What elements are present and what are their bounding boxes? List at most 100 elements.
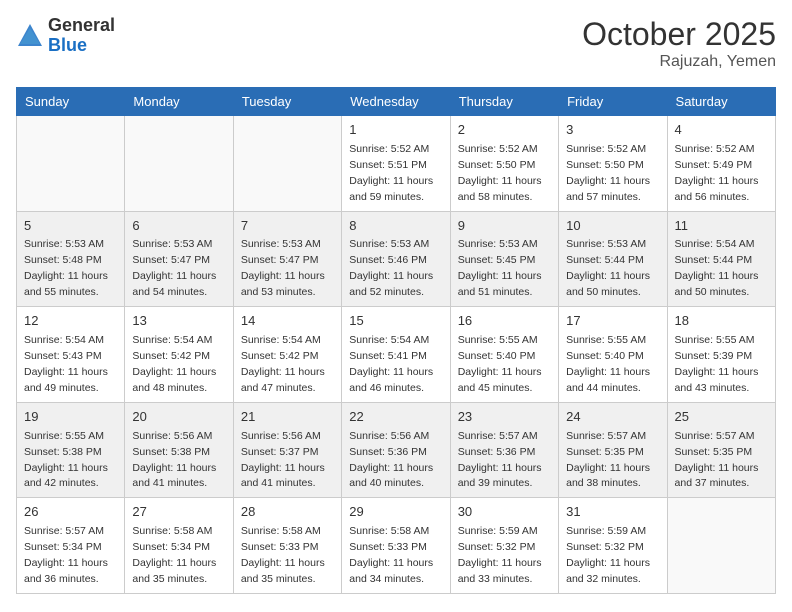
day-number: 20 — [132, 408, 225, 427]
day-number: 9 — [458, 217, 551, 236]
daylight-text: Daylight: 11 hours and 41 minutes. — [132, 462, 216, 490]
day-number: 30 — [458, 503, 551, 522]
daylight-text: Daylight: 11 hours and 51 minutes. — [458, 270, 542, 298]
sunrise-text: Sunrise: 5:57 AM — [458, 430, 538, 442]
day-number: 18 — [675, 312, 768, 331]
week-row-3: 12Sunrise: 5:54 AMSunset: 5:43 PMDayligh… — [17, 307, 776, 403]
day-cell — [17, 116, 125, 212]
daylight-text: Daylight: 11 hours and 44 minutes. — [566, 366, 650, 394]
sunset-text: Sunset: 5:39 PM — [675, 350, 753, 362]
daylight-text: Daylight: 11 hours and 43 minutes. — [675, 366, 759, 394]
day-number: 19 — [24, 408, 117, 427]
sunset-text: Sunset: 5:33 PM — [349, 541, 427, 553]
day-cell: 28Sunrise: 5:58 AMSunset: 5:33 PMDayligh… — [233, 498, 341, 594]
day-cell: 30Sunrise: 5:59 AMSunset: 5:32 PMDayligh… — [450, 498, 558, 594]
day-cell: 16Sunrise: 5:55 AMSunset: 5:40 PMDayligh… — [450, 307, 558, 403]
day-cell: 6Sunrise: 5:53 AMSunset: 5:47 PMDaylight… — [125, 211, 233, 307]
sunset-text: Sunset: 5:38 PM — [24, 446, 102, 458]
day-cell: 20Sunrise: 5:56 AMSunset: 5:38 PMDayligh… — [125, 402, 233, 498]
day-cell: 5Sunrise: 5:53 AMSunset: 5:48 PMDaylight… — [17, 211, 125, 307]
logo: General Blue — [16, 16, 115, 56]
sunrise-text: Sunrise: 5:52 AM — [566, 143, 646, 155]
sunset-text: Sunset: 5:33 PM — [241, 541, 319, 553]
daylight-text: Daylight: 11 hours and 56 minutes. — [675, 175, 759, 203]
sunrise-text: Sunrise: 5:54 AM — [349, 334, 429, 346]
weekday-header-sunday: Sunday — [17, 88, 125, 116]
title-block: October 2025 Rajuzah, Yemen — [582, 16, 776, 71]
day-number: 28 — [241, 503, 334, 522]
sunset-text: Sunset: 5:35 PM — [566, 446, 644, 458]
weekday-header-row: SundayMondayTuesdayWednesdayThursdayFrid… — [17, 88, 776, 116]
sunset-text: Sunset: 5:45 PM — [458, 254, 536, 266]
sunrise-text: Sunrise: 5:53 AM — [458, 238, 538, 250]
calendar: SundayMondayTuesdayWednesdayThursdayFrid… — [16, 87, 776, 594]
sunrise-text: Sunrise: 5:53 AM — [566, 238, 646, 250]
sunset-text: Sunset: 5:36 PM — [458, 446, 536, 458]
day-number: 17 — [566, 312, 659, 331]
day-number: 31 — [566, 503, 659, 522]
day-cell: 29Sunrise: 5:58 AMSunset: 5:33 PMDayligh… — [342, 498, 450, 594]
sunset-text: Sunset: 5:43 PM — [24, 350, 102, 362]
day-number: 11 — [675, 217, 768, 236]
day-cell: 12Sunrise: 5:54 AMSunset: 5:43 PMDayligh… — [17, 307, 125, 403]
day-number: 4 — [675, 121, 768, 140]
daylight-text: Daylight: 11 hours and 54 minutes. — [132, 270, 216, 298]
daylight-text: Daylight: 11 hours and 42 minutes. — [24, 462, 108, 490]
daylight-text: Daylight: 11 hours and 35 minutes. — [241, 557, 325, 585]
daylight-text: Daylight: 11 hours and 50 minutes. — [566, 270, 650, 298]
sunset-text: Sunset: 5:34 PM — [24, 541, 102, 553]
location: Rajuzah, Yemen — [582, 53, 776, 71]
weekday-header-wednesday: Wednesday — [342, 88, 450, 116]
day-cell: 15Sunrise: 5:54 AMSunset: 5:41 PMDayligh… — [342, 307, 450, 403]
daylight-text: Daylight: 11 hours and 45 minutes. — [458, 366, 542, 394]
sunset-text: Sunset: 5:32 PM — [566, 541, 644, 553]
sunrise-text: Sunrise: 5:56 AM — [349, 430, 429, 442]
sunset-text: Sunset: 5:47 PM — [132, 254, 210, 266]
daylight-text: Daylight: 11 hours and 53 minutes. — [241, 270, 325, 298]
sunrise-text: Sunrise: 5:55 AM — [566, 334, 646, 346]
daylight-text: Daylight: 11 hours and 35 minutes. — [132, 557, 216, 585]
sunrise-text: Sunrise: 5:56 AM — [241, 430, 321, 442]
day-number: 7 — [241, 217, 334, 236]
day-number: 16 — [458, 312, 551, 331]
logo-icon — [16, 22, 44, 50]
weekday-header-tuesday: Tuesday — [233, 88, 341, 116]
day-cell: 1Sunrise: 5:52 AMSunset: 5:51 PMDaylight… — [342, 116, 450, 212]
day-number: 14 — [241, 312, 334, 331]
page-header: General Blue October 2025 Rajuzah, Yemen — [16, 16, 776, 71]
day-cell: 4Sunrise: 5:52 AMSunset: 5:49 PMDaylight… — [667, 116, 775, 212]
sunrise-text: Sunrise: 5:53 AM — [132, 238, 212, 250]
daylight-text: Daylight: 11 hours and 57 minutes. — [566, 175, 650, 203]
sunrise-text: Sunrise: 5:52 AM — [458, 143, 538, 155]
daylight-text: Daylight: 11 hours and 38 minutes. — [566, 462, 650, 490]
day-cell: 8Sunrise: 5:53 AMSunset: 5:46 PMDaylight… — [342, 211, 450, 307]
day-number: 21 — [241, 408, 334, 427]
sunset-text: Sunset: 5:42 PM — [241, 350, 319, 362]
day-number: 29 — [349, 503, 442, 522]
sunset-text: Sunset: 5:38 PM — [132, 446, 210, 458]
day-cell — [667, 498, 775, 594]
day-cell: 31Sunrise: 5:59 AMSunset: 5:32 PMDayligh… — [559, 498, 667, 594]
sunrise-text: Sunrise: 5:54 AM — [132, 334, 212, 346]
logo-general: General — [48, 15, 115, 35]
daylight-text: Daylight: 11 hours and 50 minutes. — [675, 270, 759, 298]
daylight-text: Daylight: 11 hours and 36 minutes. — [24, 557, 108, 585]
sunrise-text: Sunrise: 5:53 AM — [24, 238, 104, 250]
day-number: 3 — [566, 121, 659, 140]
daylight-text: Daylight: 11 hours and 37 minutes. — [675, 462, 759, 490]
daylight-text: Daylight: 11 hours and 47 minutes. — [241, 366, 325, 394]
day-number: 22 — [349, 408, 442, 427]
logo-blue: Blue — [48, 35, 87, 55]
weekday-header-thursday: Thursday — [450, 88, 558, 116]
sunset-text: Sunset: 5:32 PM — [458, 541, 536, 553]
sunset-text: Sunset: 5:36 PM — [349, 446, 427, 458]
day-cell: 2Sunrise: 5:52 AMSunset: 5:50 PMDaylight… — [450, 116, 558, 212]
day-cell: 13Sunrise: 5:54 AMSunset: 5:42 PMDayligh… — [125, 307, 233, 403]
sunset-text: Sunset: 5:50 PM — [458, 159, 536, 171]
day-number: 13 — [132, 312, 225, 331]
daylight-text: Daylight: 11 hours and 48 minutes. — [132, 366, 216, 394]
day-cell: 3Sunrise: 5:52 AMSunset: 5:50 PMDaylight… — [559, 116, 667, 212]
sunrise-text: Sunrise: 5:54 AM — [241, 334, 321, 346]
sunset-text: Sunset: 5:48 PM — [24, 254, 102, 266]
sunrise-text: Sunrise: 5:59 AM — [566, 525, 646, 537]
